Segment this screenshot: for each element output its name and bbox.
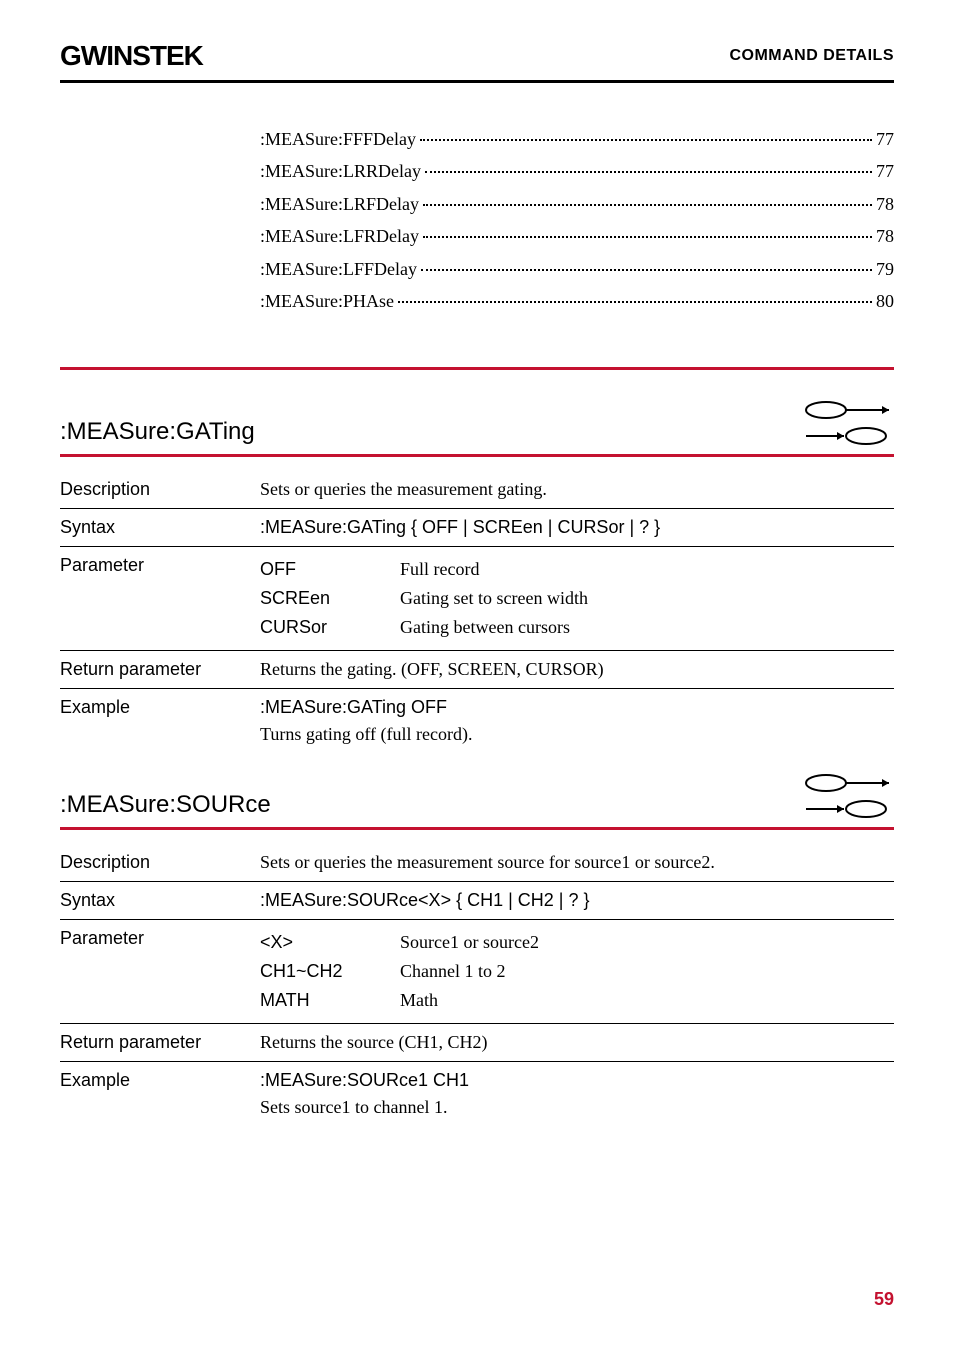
toc-page: 77 <box>876 155 894 187</box>
description-row: Description Sets or queries the measurem… <box>60 471 894 509</box>
section-title: :MEASure:SOURce <box>60 791 271 819</box>
toc-item: :MEASure:LFRDelay 78 <box>260 220 894 252</box>
parameter-key: OFF <box>260 559 400 580</box>
parameter-value: Gating set to screen width <box>400 588 894 609</box>
parameter-item: CURSor Gating between cursors <box>260 613 894 642</box>
example-description: Sets source1 to channel 1. <box>260 1097 894 1118</box>
query-command-icon <box>804 426 894 446</box>
parameter-key: CH1~CH2 <box>260 961 400 982</box>
example-row: Example :MEASure:SOURce1 CH1 Sets source… <box>60 1062 894 1126</box>
set-command-icon <box>804 400 894 420</box>
page-number: 59 <box>874 1289 894 1310</box>
header-section-label: COMMAND DETAILS <box>729 47 894 65</box>
toc-item: :MEASure:LRFDelay 78 <box>260 188 894 220</box>
parameter-key: SCREen <box>260 588 400 609</box>
parameter-table: OFF Full record SCREen Gating set to scr… <box>260 555 894 642</box>
section-top-divider <box>60 367 894 370</box>
toc-dots <box>423 204 872 206</box>
toc-dots <box>421 269 872 271</box>
parameter-value: Source1 or source2 <box>400 932 894 953</box>
description-label: Description <box>60 479 260 500</box>
description-row: Description Sets or queries the measurem… <box>60 844 894 882</box>
toc-label: :MEASure:LFFDelay <box>260 253 417 285</box>
syntax-label: Syntax <box>60 890 260 911</box>
parameter-label: Parameter <box>60 555 260 576</box>
header-divider <box>60 80 894 83</box>
parameter-value: Full record <box>400 559 894 580</box>
parameter-item: OFF Full record <box>260 555 894 584</box>
toc-dots <box>425 171 872 173</box>
brand-logo: GWINSTEK <box>60 40 203 72</box>
toc-dots <box>398 301 872 303</box>
toc-dots <box>420 139 872 141</box>
toc-label: :MEASure:LRFDelay <box>260 188 419 220</box>
section-title: :MEASure:GATing <box>60 418 255 446</box>
parameter-row: Parameter <X> Source1 or source2 CH1~CH2… <box>60 920 894 1024</box>
set-command-icon <box>804 773 894 793</box>
example-command: :MEASure:GATing OFF <box>260 697 894 718</box>
section-title-rule <box>60 454 894 457</box>
toc-page: 80 <box>876 285 894 317</box>
syntax-label: Syntax <box>60 517 260 538</box>
syntax-value: :MEASure:SOURce<X> { CH1 | CH2 | ? } <box>260 890 894 911</box>
section-header: :MEASure:GATing <box>60 400 894 446</box>
parameter-value: Channel 1 to 2 <box>400 961 894 982</box>
command-type-icons <box>804 400 894 446</box>
toc-item: :MEASure:FFFDelay 77 <box>260 123 894 155</box>
parameter-item: <X> Source1 or source2 <box>260 928 894 957</box>
section-title-rule <box>60 827 894 830</box>
description-label: Description <box>60 852 260 873</box>
description-value: Sets or queries the measurement source f… <box>260 852 894 873</box>
query-command-icon <box>804 799 894 819</box>
return-parameter-value: Returns the source (CH1, CH2) <box>260 1032 894 1053</box>
parameter-key: MATH <box>260 990 400 1011</box>
parameter-key: <X> <box>260 932 400 953</box>
toc-item: :MEASure:PHAse 80 <box>260 285 894 317</box>
example-block: :MEASure:GATing OFF Turns gating off (fu… <box>260 697 894 745</box>
parameter-item: SCREen Gating set to screen width <box>260 584 894 613</box>
toc-item: :MEASure:LRRDelay 77 <box>260 155 894 187</box>
parameter-label: Parameter <box>60 928 260 949</box>
parameter-table: <X> Source1 or source2 CH1~CH2 Channel 1… <box>260 928 894 1015</box>
description-value: Sets or queries the measurement gating. <box>260 479 894 500</box>
example-block: :MEASure:SOURce1 CH1 Sets source1 to cha… <box>260 1070 894 1118</box>
syntax-row: Syntax :MEASure:SOURce<X> { CH1 | CH2 | … <box>60 882 894 920</box>
example-command: :MEASure:SOURce1 CH1 <box>260 1070 894 1091</box>
example-label: Example <box>60 1070 260 1091</box>
return-parameter-value: Returns the gating. (OFF, SCREEN, CURSOR… <box>260 659 894 680</box>
parameter-item: CH1~CH2 Channel 1 to 2 <box>260 957 894 986</box>
syntax-row: Syntax :MEASure:GATing { OFF | SCREen | … <box>60 509 894 547</box>
toc-label: :MEASure:LFRDelay <box>260 220 419 252</box>
command-type-icons <box>804 773 894 819</box>
toc-label: :MEASure:FFFDelay <box>260 123 416 155</box>
return-parameter-row: Return parameter Returns the gating. (OF… <box>60 651 894 689</box>
page-header: GWINSTEK COMMAND DETAILS <box>60 40 894 72</box>
table-of-contents: :MEASure:FFFDelay 77 :MEASure:LRRDelay 7… <box>260 123 894 317</box>
toc-dots <box>423 236 872 238</box>
toc-page: 77 <box>876 123 894 155</box>
example-description: Turns gating off (full record). <box>260 724 894 745</box>
example-label: Example <box>60 697 260 718</box>
toc-page: 79 <box>876 253 894 285</box>
toc-item: :MEASure:LFFDelay 79 <box>260 253 894 285</box>
example-row: Example :MEASure:GATing OFF Turns gating… <box>60 689 894 753</box>
return-parameter-label: Return parameter <box>60 659 260 680</box>
toc-label: :MEASure:LRRDelay <box>260 155 421 187</box>
parameter-row: Parameter OFF Full record SCREen Gating … <box>60 547 894 651</box>
toc-page: 78 <box>876 188 894 220</box>
section-header: :MEASure:SOURce <box>60 773 894 819</box>
return-parameter-row: Return parameter Returns the source (CH1… <box>60 1024 894 1062</box>
syntax-value: :MEASure:GATing { OFF | SCREen | CURSor … <box>260 517 894 538</box>
parameter-value: Gating between cursors <box>400 617 894 638</box>
parameter-key: CURSor <box>260 617 400 638</box>
parameter-item: MATH Math <box>260 986 894 1015</box>
parameter-value: Math <box>400 990 894 1011</box>
toc-page: 78 <box>876 220 894 252</box>
toc-label: :MEASure:PHAse <box>260 285 394 317</box>
return-parameter-label: Return parameter <box>60 1032 260 1053</box>
